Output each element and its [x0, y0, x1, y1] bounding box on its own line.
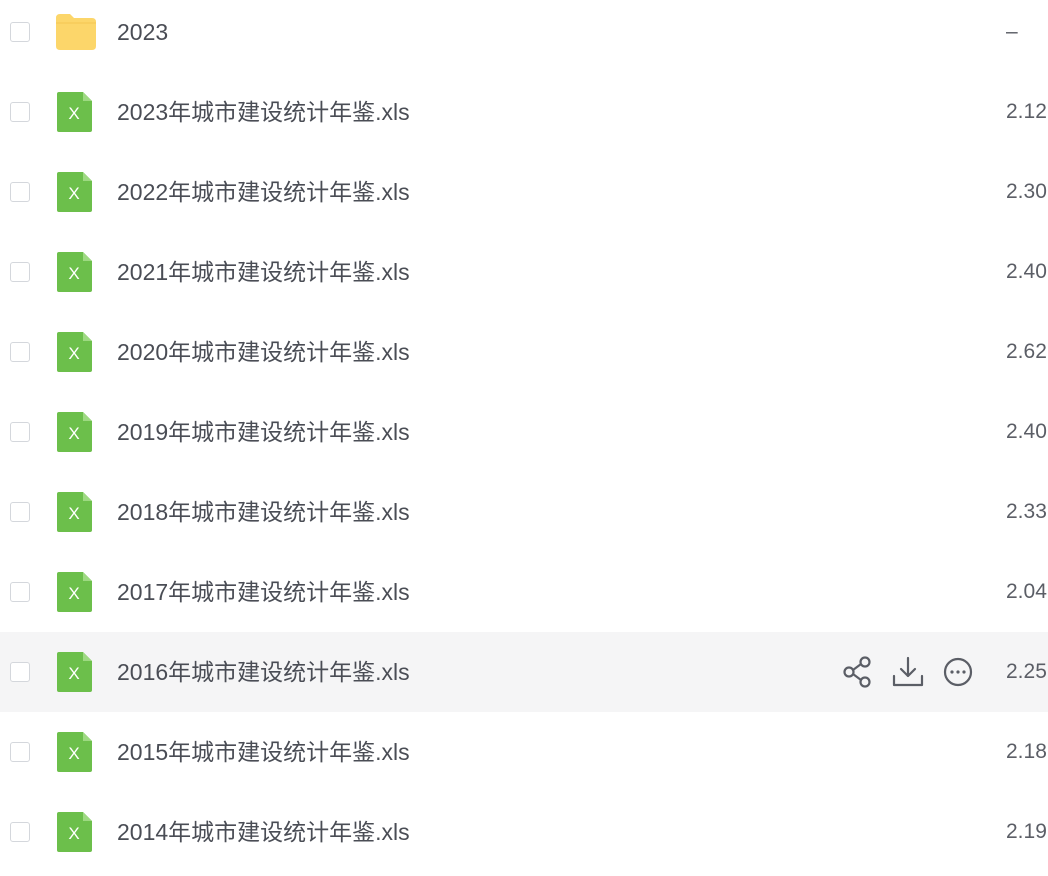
file-size: 2.33 — [1006, 500, 1047, 523]
file-name[interactable]: 2014年城市建设统计年鉴.xls — [117, 792, 410, 872]
file-row[interactable]: X 2018年城市建设统计年鉴.xls 2.33 — [0, 472, 1048, 552]
file-list: 2023 – X 2023年城市建设统计年鉴.xls 2.12 X 2022年城市建设统… — [0, 0, 1048, 876]
excel-file-icon: X — [56, 412, 96, 452]
file-name[interactable]: 2021年城市建设统计年鉴.xls — [117, 232, 410, 312]
file-row[interactable]: X 2023年城市建设统计年鉴.xls 2.12 — [0, 72, 1048, 152]
row-checkbox[interactable] — [10, 182, 30, 202]
svg-text:X: X — [68, 424, 79, 443]
svg-text:X: X — [68, 584, 79, 603]
file-size: 2.04 — [1006, 580, 1047, 603]
file-name[interactable]: 2020年城市建设统计年鉴.xls — [117, 312, 410, 392]
row-checkbox[interactable] — [10, 662, 30, 682]
excel-file-icon: X — [56, 732, 96, 772]
file-name[interactable]: 2017年城市建设统计年鉴.xls — [117, 552, 410, 632]
row-checkbox[interactable] — [10, 422, 30, 442]
file-row[interactable]: X 2022年城市建设统计年鉴.xls 2.30 — [0, 152, 1048, 232]
file-row[interactable]: X 2016年城市建设统计年鉴.xls 2.25 — [0, 632, 1048, 712]
file-size: 2.19 — [1006, 820, 1047, 843]
svg-text:X: X — [68, 344, 79, 363]
file-name[interactable]: 2018年城市建设统计年鉴.xls — [117, 472, 410, 552]
file-name[interactable]: 2023 — [117, 0, 168, 72]
excel-file-icon: X — [56, 332, 96, 372]
share-icon[interactable] — [840, 654, 876, 690]
file-row[interactable]: X 2015年城市建设统计年鉴.xls 2.18 — [0, 712, 1048, 792]
file-size: 2.12 — [1006, 100, 1047, 123]
excel-file-icon: X — [56, 652, 96, 692]
svg-text:X: X — [68, 824, 79, 843]
excel-file-icon: X — [56, 492, 96, 532]
excel-file-icon: X — [56, 252, 96, 292]
row-checkbox[interactable] — [10, 102, 30, 122]
file-size: 2.40 — [1006, 260, 1047, 283]
excel-file-icon: X — [56, 812, 96, 852]
svg-text:X: X — [68, 104, 79, 123]
row-checkbox[interactable] — [10, 22, 30, 42]
file-name[interactable]: 2023年城市建设统计年鉴.xls — [117, 72, 410, 152]
file-size: 2.62 — [1006, 340, 1047, 363]
svg-text:X: X — [68, 264, 79, 283]
file-size: 2.30 — [1006, 180, 1047, 203]
file-row[interactable]: X 2021年城市建设统计年鉴.xls 2.40 — [0, 232, 1048, 312]
file-row[interactable]: X 2020年城市建设统计年鉴.xls 2.62 — [0, 312, 1048, 392]
file-name[interactable]: 2015年城市建设统计年鉴.xls — [117, 712, 410, 792]
file-row[interactable]: X 2017年城市建设统计年鉴.xls 2.04 — [0, 552, 1048, 632]
file-size: 2.25 — [1006, 660, 1047, 683]
download-icon[interactable] — [890, 654, 926, 690]
file-row[interactable]: 2023 – — [0, 0, 1048, 72]
row-checkbox[interactable] — [10, 742, 30, 762]
svg-text:X: X — [68, 504, 79, 523]
file-name[interactable]: 2022年城市建设统计年鉴.xls — [117, 152, 410, 232]
row-checkbox[interactable] — [10, 502, 30, 522]
excel-file-icon: X — [56, 92, 96, 132]
folder-icon — [56, 14, 96, 54]
file-size: 2.40 — [1006, 420, 1047, 443]
row-checkbox[interactable] — [10, 342, 30, 362]
file-name[interactable]: 2019年城市建设统计年鉴.xls — [117, 392, 410, 472]
more-icon[interactable] — [940, 654, 976, 690]
svg-text:X: X — [68, 744, 79, 763]
excel-file-icon: X — [56, 172, 96, 212]
svg-text:X: X — [68, 184, 79, 203]
row-checkbox[interactable] — [10, 822, 30, 842]
row-checkbox[interactable] — [10, 582, 30, 602]
file-row[interactable]: X 2019年城市建设统计年鉴.xls 2.40 — [0, 392, 1048, 472]
svg-text:X: X — [68, 664, 79, 683]
file-name[interactable]: 2016年城市建设统计年鉴.xls — [117, 632, 410, 712]
row-checkbox[interactable] — [10, 262, 30, 282]
file-row[interactable]: X 2014年城市建设统计年鉴.xls 2.19 — [0, 792, 1048, 872]
file-size: – — [1006, 20, 1018, 43]
file-size: 2.18 — [1006, 740, 1047, 763]
excel-file-icon: X — [56, 572, 96, 612]
